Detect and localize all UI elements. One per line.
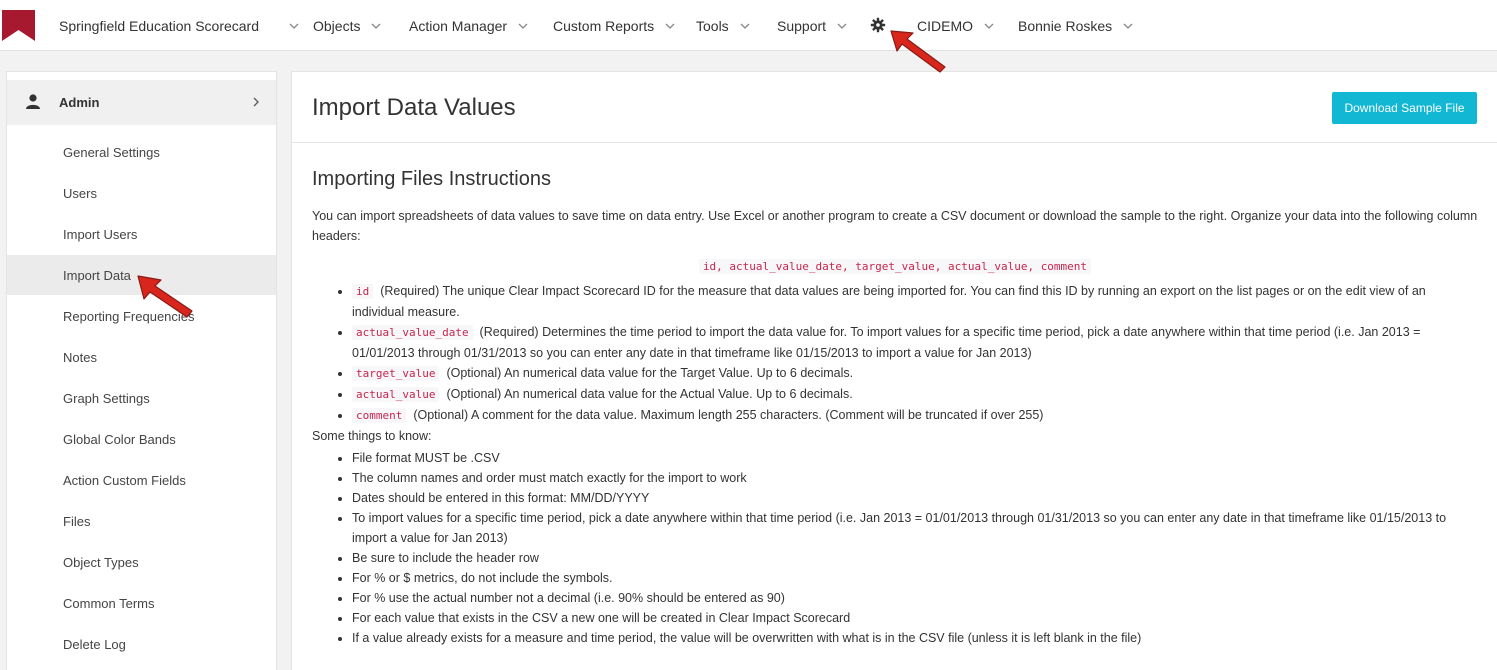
chevron-down-icon xyxy=(289,23,299,29)
sidebar-item-object-types[interactable]: Object Types xyxy=(7,542,276,582)
sidebar-item-files[interactable]: Files xyxy=(7,501,276,541)
sidebar-item-label: Graph Settings xyxy=(63,390,150,406)
sidebar-item-general-settings[interactable]: General Settings xyxy=(7,132,276,172)
admin-sidebar: Admin General Settings Users Import User… xyxy=(6,71,277,670)
column-code: id xyxy=(352,284,374,299)
sidebar-item-common-terms[interactable]: Common Terms xyxy=(7,583,276,623)
download-sample-file-button[interactable]: Download Sample File xyxy=(1332,92,1477,124)
chevron-down-icon xyxy=(518,23,528,29)
sidebar-item-label: Action Custom Fields xyxy=(63,472,186,488)
sidebar-header-admin[interactable]: Admin xyxy=(7,80,276,125)
sidebar-header-label: Admin xyxy=(59,95,100,110)
sidebar-item-users[interactable]: Users xyxy=(7,173,276,213)
sidebar-item-label: General Settings xyxy=(63,144,160,160)
sidebar-item-label: Users xyxy=(63,185,97,201)
section-title: Importing Files Instructions xyxy=(312,168,551,190)
sidebar-item-label: Files xyxy=(63,513,91,529)
column-headers-line: id, actual_value_date, target_value, act… xyxy=(312,256,1478,277)
nav-action-manager-label: Action Manager xyxy=(409,17,508,34)
sidebar-item-import-data[interactable]: Import Data xyxy=(7,255,276,295)
nav-org-selector[interactable]: CIDEMO xyxy=(917,0,994,51)
column-code: actual_value xyxy=(352,387,440,402)
nav-scorecard-selector[interactable]: Springfield Education Scorecard xyxy=(59,0,299,51)
things-to-know-title: Some things to know: xyxy=(312,429,432,443)
gear-icon[interactable] xyxy=(870,17,886,33)
column-code: comment xyxy=(352,408,407,423)
chevron-down-icon xyxy=(372,23,381,29)
nav-objects-label: Objects xyxy=(313,17,361,34)
sidebar-item-label: Global Color Bands xyxy=(63,431,176,447)
column-code: target_value xyxy=(352,366,440,381)
main-panel: Import Data Values Download Sample File … xyxy=(291,71,1497,670)
nav-org-label: CIDEMO xyxy=(917,17,973,34)
nav-support-label: Support xyxy=(777,17,827,34)
nav-custom-reports[interactable]: Custom Reports xyxy=(553,0,675,51)
list-item: To import values for a specific time per… xyxy=(352,508,1478,548)
sidebar-item-label: Common Terms xyxy=(63,595,155,611)
list-item: File format MUST be .CSV xyxy=(352,448,1478,468)
sidebar-item-label: Import Users xyxy=(63,226,138,242)
sidebar-item-notes[interactable]: Notes xyxy=(7,337,276,377)
sidebar-item-global-color-bands[interactable]: Global Color Bands xyxy=(7,419,276,459)
sidebar-item-graph-settings[interactable]: Graph Settings xyxy=(7,378,276,418)
instructions-content: Importing Files Instructions You can imp… xyxy=(312,166,1478,648)
nav-objects[interactable]: Objects xyxy=(313,0,381,51)
list-item: target_value (Optional) An numerical dat… xyxy=(352,363,1478,384)
column-code: actual_value_date xyxy=(352,325,473,340)
chevron-down-icon xyxy=(1123,23,1133,29)
column-description: (Optional) An numerical data value for t… xyxy=(446,387,853,401)
sidebar-item-delete-log[interactable]: Delete Log xyxy=(7,624,276,664)
list-item: actual_value (Optional) An numerical dat… xyxy=(352,384,1478,405)
list-item: For % or $ metrics, do not include the s… xyxy=(352,568,1478,588)
sidebar-item-reporting-frequencies[interactable]: Reporting Frequencies xyxy=(7,296,276,336)
nav-action-manager[interactable]: Action Manager xyxy=(409,0,528,51)
top-navbar: Springfield Education Scorecard Objects … xyxy=(0,0,1497,51)
chevron-down-icon xyxy=(665,23,675,29)
column-description: (Optional) An numerical data value for t… xyxy=(446,366,854,380)
chevron-right-icon xyxy=(253,97,259,107)
column-description: (Required) The unique Clear Impact Score… xyxy=(352,284,1426,319)
sidebar-item-label: Object Types xyxy=(63,554,139,570)
list-item: If a value already exists for a measure … xyxy=(352,628,1478,648)
scorecard-logo-icon[interactable] xyxy=(2,10,35,41)
column-headers-code: id, actual_value_date, target_value, act… xyxy=(698,259,1092,274)
nav-user-label: Bonnie Roskes xyxy=(1018,17,1113,34)
user-icon xyxy=(26,94,40,109)
nav-tools[interactable]: Tools xyxy=(696,0,750,51)
list-item: For % use the actual number not a decima… xyxy=(352,588,1478,608)
nav-app-title: Springfield Education Scorecard xyxy=(59,17,260,34)
nav-tools-label: Tools xyxy=(696,17,729,34)
column-description: (Optional) A comment for the data value.… xyxy=(413,408,1044,422)
sidebar-item-label: Reporting Frequencies xyxy=(63,308,195,324)
sidebar-item-label: Import Data xyxy=(63,267,131,283)
column-definitions-list: id (Required) The unique Clear Impact Sc… xyxy=(352,281,1478,426)
sidebar-item-import-users[interactable]: Import Users xyxy=(7,214,276,254)
intro-paragraph: You can import spreadsheets of data valu… xyxy=(312,209,1478,243)
header-divider xyxy=(292,142,1497,143)
list-item: The column names and order must match ex… xyxy=(352,468,1478,488)
list-item: Dates should be entered in this format: … xyxy=(352,488,1478,508)
nav-user-menu[interactable]: Bonnie Roskes xyxy=(1018,0,1133,51)
sidebar-item-label: Notes xyxy=(63,349,97,365)
list-item: actual_value_date (Required) Determines … xyxy=(352,322,1478,363)
list-item: id (Required) The unique Clear Impact Sc… xyxy=(352,281,1478,322)
chevron-down-icon xyxy=(837,23,847,29)
chevron-down-icon xyxy=(740,23,750,29)
list-item: For each value that exists in the CSV a … xyxy=(352,608,1478,628)
column-description: (Required) Determines the time period to… xyxy=(352,325,1421,360)
list-item: comment (Optional) A comment for the dat… xyxy=(352,405,1478,426)
page-title: Import Data Values xyxy=(312,94,516,121)
things-to-know-list: File format MUST be .CSV The column name… xyxy=(352,448,1478,648)
chevron-down-icon xyxy=(984,23,994,29)
sidebar-item-action-custom-fields[interactable]: Action Custom Fields xyxy=(7,460,276,500)
nav-support[interactable]: Support xyxy=(777,0,847,51)
nav-custom-reports-label: Custom Reports xyxy=(553,17,655,34)
list-item: Be sure to include the header row xyxy=(352,548,1478,568)
sidebar-item-label: Delete Log xyxy=(63,636,126,652)
